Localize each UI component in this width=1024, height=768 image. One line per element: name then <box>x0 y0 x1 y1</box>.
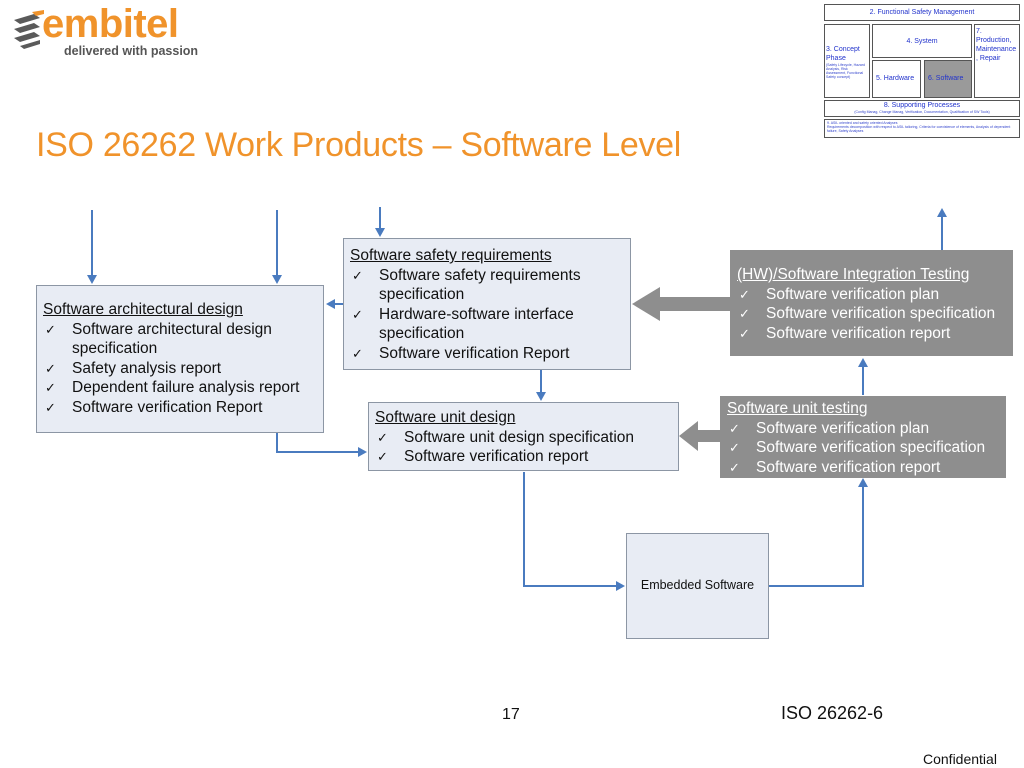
check-icon: ✓ <box>352 345 363 361</box>
box-software-safety-requirements: Software safety requirements ✓ Software s… <box>343 238 631 370</box>
overview-detail: Requirements decomposition with respect … <box>827 125 1011 133</box>
overview-label: 5. Hardware <box>876 75 915 82</box>
overview-label: 8. Supporting Processes <box>883 102 961 109</box>
work-product-label: Software verification report <box>766 324 951 342</box>
work-product-list: ✓ Software verification plan ✓ Software ve… <box>737 285 1006 344</box>
work-product-item: ✓ Software safety requirements specificat… <box>350 266 624 305</box>
overview-label: 6. Software <box>928 75 964 82</box>
check-icon: ✓ <box>729 459 740 475</box>
work-product-item: ✓ Software verification report <box>727 458 999 478</box>
overview-hardware: 5. Hardware <box>872 60 921 98</box>
check-icon: ✓ <box>352 267 363 283</box>
check-icon: ✓ <box>739 306 750 322</box>
logo-tagline: delivered with passion <box>64 44 199 58</box>
overview-production: 7. Production, Maintenance , Repair <box>974 24 1020 98</box>
overview-software-selected: 6. Software <box>924 60 972 98</box>
overview-functional-safety-management: 2. Functional Safety Management <box>824 4 1020 21</box>
logo-mark-icon <box>14 10 44 49</box>
work-product-item: ✓ Software verification Report <box>350 344 624 364</box>
box-software-architectural-design: Software architectural design ✓ Software … <box>36 285 324 433</box>
overview-detail: (Safety Lifecycle, Hazard Analysis, Risk… <box>826 63 865 79</box>
box-header: Software safety requirements <box>350 247 552 264</box>
work-product-item: ✓ Dependent failure analysis report <box>43 378 317 398</box>
company-logo: embitel delivered with passion <box>12 2 198 58</box>
work-product-item: ✓ Software verification report <box>737 324 1006 344</box>
page-number: 17 <box>502 706 520 723</box>
work-product-label: Software verification plan <box>766 285 940 303</box>
overview-system: 4. System <box>872 24 972 58</box>
check-icon: ✓ <box>729 440 740 456</box>
work-product-item: ✓ Software architectural design specifica… <box>43 320 317 359</box>
check-icon: ✓ <box>377 449 388 465</box>
work-product-label: Hardware-software interface specificatio… <box>379 305 574 343</box>
check-icon: ✓ <box>352 306 363 322</box>
check-icon: ✓ <box>45 360 56 376</box>
work-product-list: ✓ Software architectural design specifica… <box>43 320 317 418</box>
box-header: Software unit design <box>375 409 516 426</box>
arrow-arch-to-unit-design <box>276 433 367 457</box>
work-product-label: Software verification Report <box>72 398 263 416</box>
standard-reference: ISO 26262-6 <box>781 703 884 723</box>
check-icon: ✓ <box>729 420 740 436</box>
overview-label: 4. System <box>906 37 938 45</box>
work-product-label: Software architectural design specificat… <box>72 320 272 358</box>
work-product-label: Software verification specification <box>756 439 986 457</box>
overview-asil-analyses: 9. ASIL oriented and safety oriented Ana… <box>824 119 1020 138</box>
overview-concept-phase: 3. Concept Phase (Safety Lifecycle, Haza… <box>824 24 870 98</box>
arrow-embedded-to-unit-testing <box>769 478 868 587</box>
overview-label: 2. Functional Safety Management <box>869 9 975 16</box>
confidential-label: Confidential <box>923 751 997 767</box>
work-product-list: ✓ Software verification plan ✓ Software ve… <box>727 419 999 478</box>
check-icon: ✓ <box>377 429 388 445</box>
overview-label: 3. Concept Phase <box>826 46 860 62</box>
page-title: ISO 26262 Work Products – Software Level <box>36 126 682 164</box>
overview-detail: (Config Manag, Change Manag, Verificatio… <box>854 110 990 114</box>
box-software-unit-testing: Software unit testing ✓ Software verifica… <box>720 396 1006 478</box>
work-product-item: ✓ Software verification plan <box>727 419 999 439</box>
box-header: (HW)/Software Integration Testing <box>737 266 970 283</box>
arrow-unit-design-to-embedded <box>523 472 625 591</box>
work-product-item: ✓ Software verification specification <box>737 304 1006 324</box>
work-product-label: Software verification Report <box>379 344 570 362</box>
work-product-item: ✓ Hardware-software interface specificati… <box>350 305 624 344</box>
box-embedded-software: Embedded Software <box>626 533 769 639</box>
embedded-software-label: Embedded Software <box>640 578 755 593</box>
feedback-arrow-integration-to-safety-req <box>632 287 730 321</box>
work-product-label: Software verification report <box>756 458 941 476</box>
logo-brand-text: embitel <box>42 2 179 46</box>
work-product-item: ✓ Software verification Report <box>43 398 317 418</box>
box-software-unit-design: Software unit design ✓ Software unit desi… <box>368 402 679 471</box>
work-product-label: Software verification specification <box>766 305 996 323</box>
work-product-label: Safety analysis report <box>72 359 222 377</box>
work-product-item: ✓ Software verification plan <box>737 285 1006 305</box>
overview-supporting-processes: 8. Supporting Processes (Config Manag, C… <box>824 100 1020 117</box>
iso26262-overview-diagram: 2. Functional Safety Management 3. Conce… <box>824 4 1020 138</box>
work-product-item: ✓ Software verification specification <box>727 438 999 458</box>
feedback-arrow-unit-testing-to-unit-design <box>679 421 720 451</box>
box-integration-testing: (HW)/Software Integration Testing ✓ Softw… <box>730 250 1013 356</box>
work-product-item: ✓ Software unit design specification <box>375 428 672 448</box>
check-icon: ✓ <box>45 399 56 415</box>
overview-label: 7. Production, Maintenance , Repair <box>976 28 1017 62</box>
work-product-label: Software verification report <box>404 448 589 466</box>
work-product-label: Software verification plan <box>756 419 930 437</box>
work-product-item: ✓ Software verification report <box>375 447 672 467</box>
check-icon: ✓ <box>45 380 56 396</box>
box-header: Software unit testing <box>727 400 868 417</box>
check-icon: ✓ <box>45 321 56 337</box>
work-product-list: ✓ Software safety requirements specificat… <box>350 266 624 364</box>
work-product-label: Dependent failure analysis report <box>72 379 300 397</box>
work-product-list: ✓ Software unit design specification ✓ Sof… <box>375 428 672 467</box>
work-product-item: ✓ Safety analysis report <box>43 359 317 379</box>
box-header: Software architectural design <box>43 301 243 318</box>
check-icon: ✓ <box>739 286 750 302</box>
work-product-label: Software safety requirements specificati… <box>379 266 581 304</box>
check-icon: ✓ <box>739 325 750 341</box>
work-product-label: Software unit design specification <box>404 428 635 446</box>
